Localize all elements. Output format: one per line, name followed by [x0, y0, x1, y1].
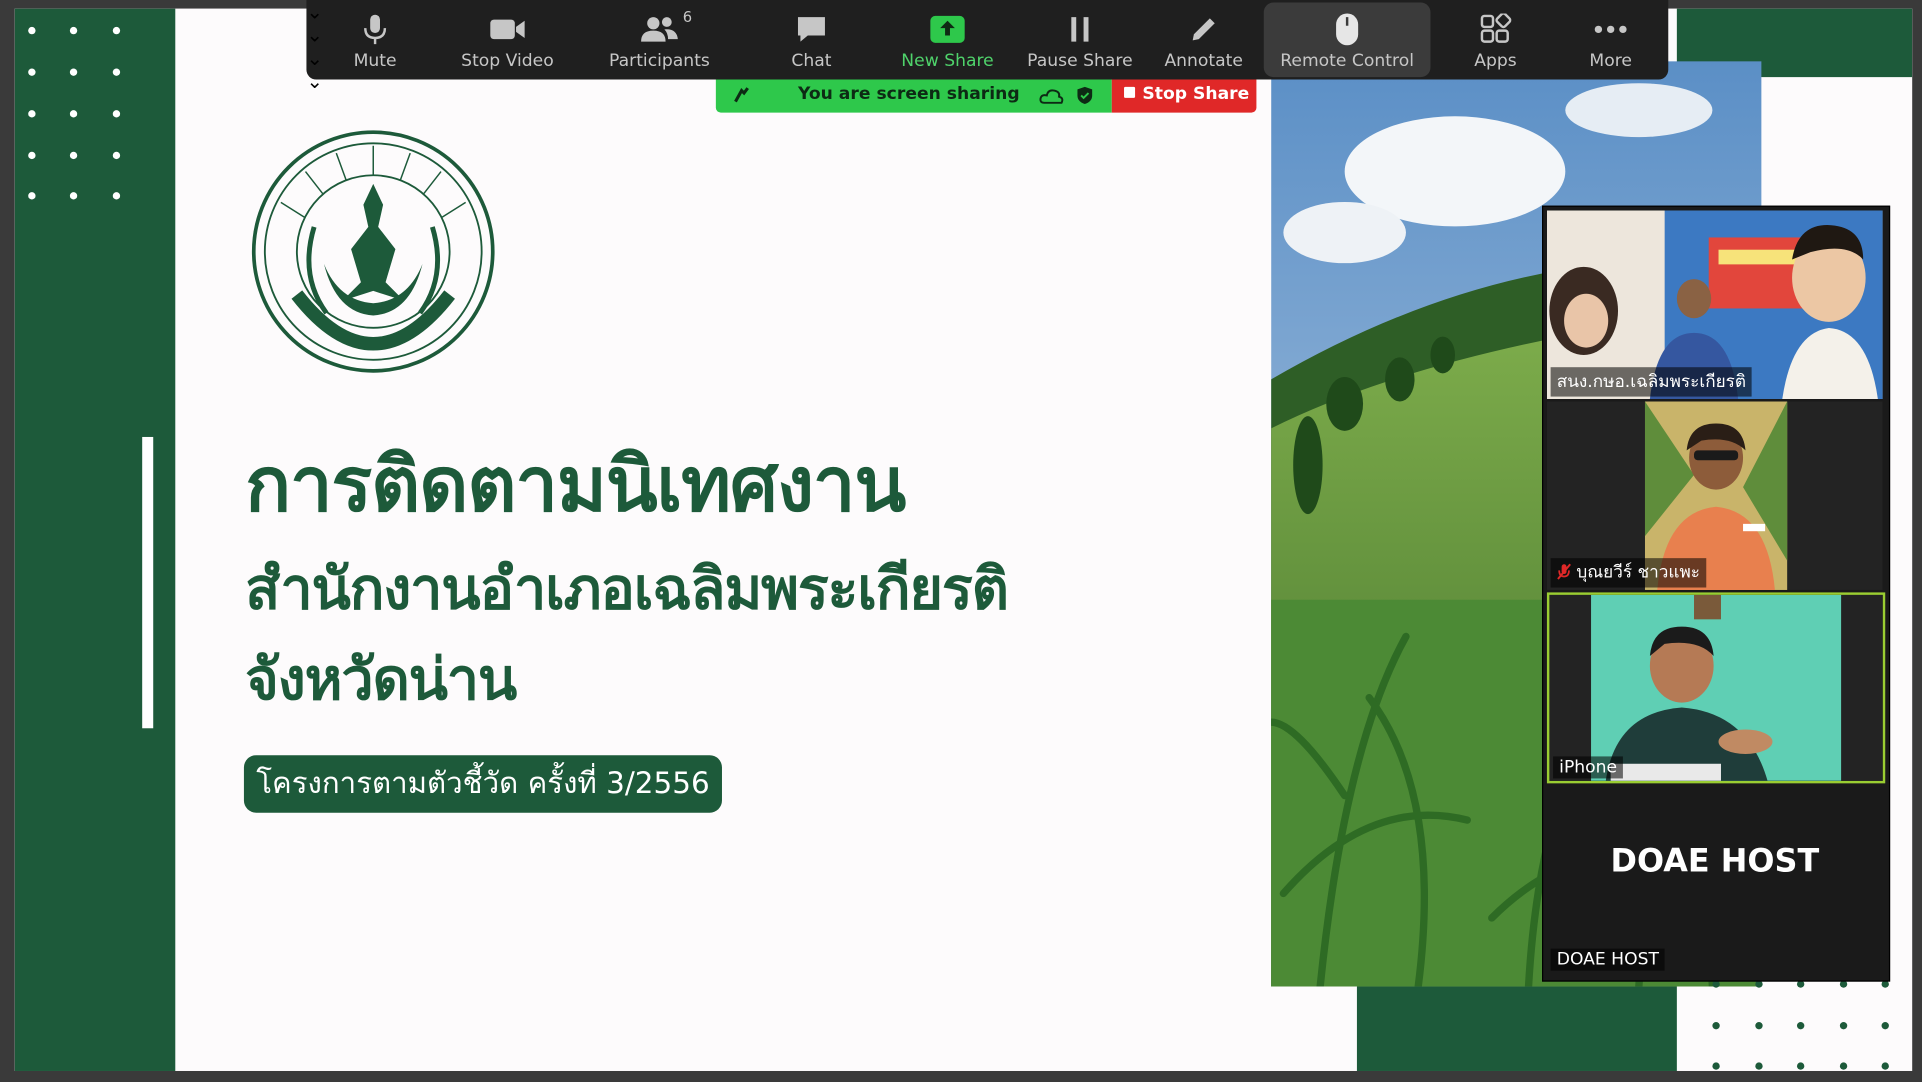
slide-project-pill: โครงการตามตัวชี้วัด ครั้งที่ 3/2556	[243, 755, 722, 813]
participant-name-label: สนง.กษอ.เฉลิมพระเกียรติ	[1550, 367, 1753, 397]
host-display-name: DOAE HOST	[1610, 843, 1820, 881]
stop-share-label: Stop Share	[1142, 84, 1250, 105]
chat-label: Chat	[791, 51, 832, 71]
remote-control-button[interactable]: Remote Control	[1263, 2, 1431, 78]
new-share-button[interactable]: New Share	[892, 0, 1002, 80]
grip-icon[interactable]	[733, 87, 750, 104]
more-button[interactable]: More	[1567, 0, 1655, 80]
participants-label: Participants	[609, 51, 710, 71]
video-tile-active-speaker[interactable]: iPhone	[1546, 592, 1886, 784]
stop-share-button[interactable]: Stop Share	[1111, 79, 1257, 113]
pause-icon	[1071, 17, 1089, 42]
apps-button[interactable]: Apps	[1449, 0, 1542, 80]
stop-square-icon	[1124, 86, 1136, 98]
participant-name-label: iPhone	[1553, 756, 1624, 779]
mute-label: Mute	[353, 51, 397, 71]
video-tile[interactable]: สนง.กษอ.เฉลิมพระเกียรติ	[1546, 210, 1883, 400]
chat-button[interactable]: Chat	[760, 0, 863, 80]
participants-button[interactable]: 6 Participants	[601, 0, 719, 80]
remote-control-label: Remote Control	[1280, 51, 1414, 71]
participant-name-label: บุณยวีร์ ชาวแพะ	[1550, 558, 1707, 588]
pause-share-button[interactable]: Pause Share	[1025, 0, 1135, 80]
participant-name-text: บุณยวีร์ ชาวแพะ	[1576, 563, 1701, 583]
chat-bubble-icon	[797, 17, 825, 42]
pencil-icon	[1192, 18, 1215, 41]
slide-subtitle-province: จังหวัดน่าน	[245, 646, 517, 714]
microphone-icon	[364, 14, 387, 45]
sharing-status-text: You are screen sharing	[797, 84, 1020, 105]
meeting-toolbar: Mute ⌄ Stop Video ⌄ 6 Participants ⌄ Cha…	[306, 0, 1669, 93]
slide-subtitle-office: สำนักงานอำเภอเฉลิมพระเกียรติ	[245, 555, 1009, 624]
participant-video	[1549, 594, 1883, 781]
sharing-status-area[interactable]: You are screen sharing	[715, 79, 1112, 113]
more-label: More	[1589, 51, 1632, 71]
stop-video-button[interactable]: Stop Video	[451, 0, 564, 80]
video-camera-icon	[490, 19, 525, 40]
video-gallery-panel: สนง.กษอ.เฉลิมพระเกียรติ บุณยวีร์ ชาวแพะ	[1542, 205, 1891, 982]
participant-count: 6	[682, 8, 693, 26]
annotate-button[interactable]: Annotate	[1155, 0, 1253, 80]
annotate-label: Annotate	[1164, 51, 1243, 71]
slide-title: การติดตามนิเทศงาน	[245, 439, 906, 529]
video-tile[interactable]: บุณยวีร์ ชาวแพะ	[1546, 401, 1883, 590]
screen-sharing-bar: You are screen sharing Stop Share	[715, 79, 1257, 113]
muted-microphone-icon	[1557, 563, 1571, 580]
pause-share-label: Pause Share	[1027, 51, 1133, 71]
share-arrow-icon	[930, 15, 965, 43]
department-seal-logo	[251, 130, 495, 373]
mute-button[interactable]: Mute	[331, 0, 419, 80]
new-share-label: New Share	[901, 51, 994, 71]
stop-video-label: Stop Video	[461, 51, 554, 71]
apps-icon	[1480, 13, 1512, 43]
security-shield-icon[interactable]	[1076, 86, 1093, 106]
mouse-icon	[1336, 13, 1359, 46]
more-dots-icon	[1594, 25, 1627, 34]
slide-accent-bar	[142, 436, 154, 729]
zoom-window: การติดตามนิเทศงาน สำนักงานอำเภอเฉลิมพระเ…	[0, 0, 1922, 1082]
cloud-icon[interactable]	[1039, 87, 1064, 105]
apps-label: Apps	[1474, 51, 1517, 71]
slide-green-block-bottom	[1356, 986, 1677, 1071]
participant-name-label: DOAE HOST	[1550, 948, 1666, 971]
participants-icon	[641, 17, 678, 42]
video-tile[interactable]: DOAE HOST DOAE HOST	[1546, 784, 1883, 974]
